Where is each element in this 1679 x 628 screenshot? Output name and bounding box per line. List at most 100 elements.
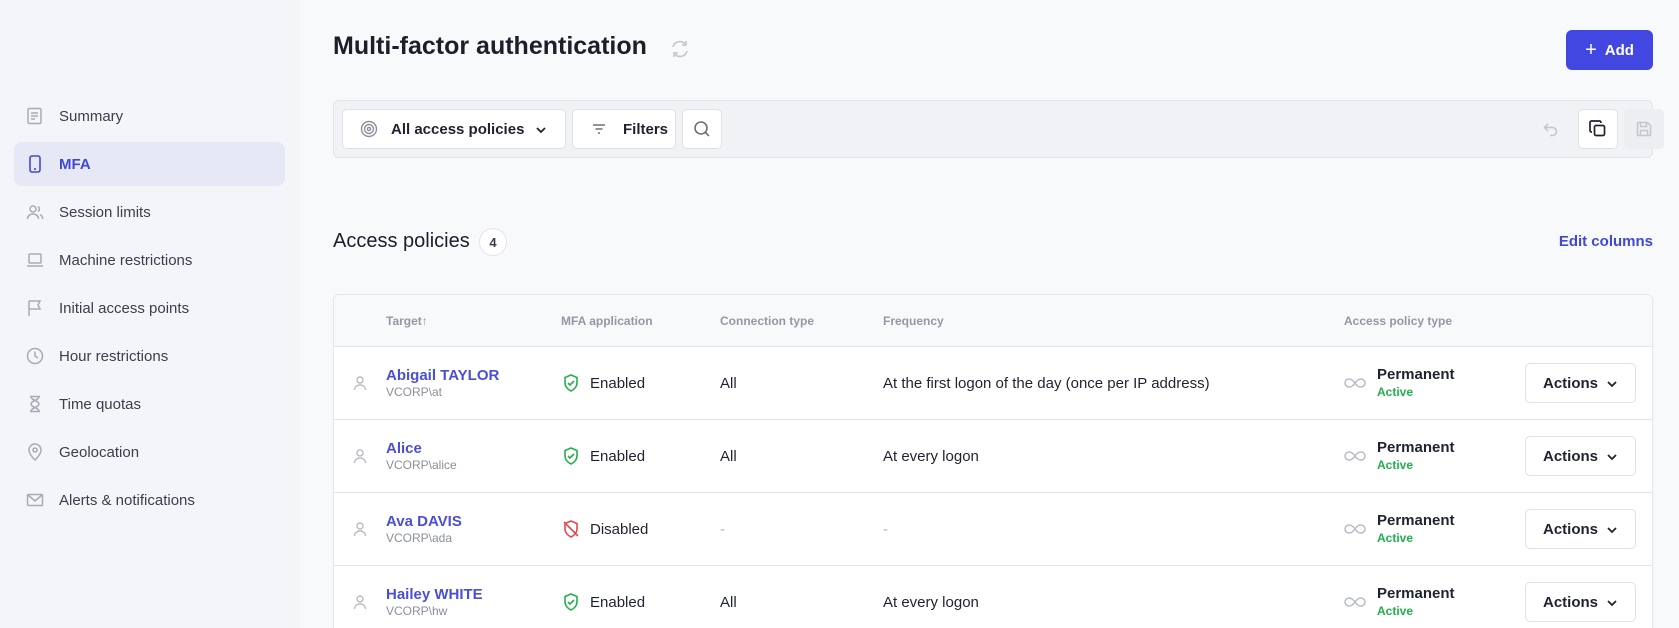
user-icon [353,376,367,391]
chevron-down-icon [1607,454,1617,461]
clock-icon [24,345,46,367]
plus-icon: + [1585,39,1597,61]
sidebar-item-summary[interactable]: Summary [14,94,285,138]
summary-icon [24,105,46,127]
table-row: Hailey WHITE VCORP\hw Enabled All At eve… [334,566,1652,628]
policy-status: Active [1377,385,1414,399]
edit-columns-link[interactable]: Edit columns [1559,233,1653,250]
search-button[interactable] [682,109,722,149]
column-header-mfa[interactable]: MFA application [561,314,653,328]
column-header-policy-type[interactable]: Access policy type [1344,314,1452,328]
users-icon [24,201,46,223]
target-name-link[interactable]: Abigail TAYLOR [386,367,499,384]
actions-button-label: Actions [1543,374,1599,392]
section-title: Access policies [333,230,470,252]
actions-button[interactable]: Actions [1525,436,1636,476]
policy-type: Permanent [1377,512,1455,529]
sort-arrow-icon: ↑ [421,314,428,328]
target-name-link[interactable]: Hailey WHITE [386,586,483,603]
actions-button[interactable]: Actions [1525,582,1636,622]
user-icon [353,522,367,537]
table-header: Target↑ MFA application Connection type … [334,295,1652,347]
mfa-status: Enabled [561,592,645,612]
mfa-status: Enabled [561,446,645,466]
sidebar-item-geolocation[interactable]: Geolocation [14,430,285,474]
mfa-status: Enabled [561,373,645,393]
main-content: Multi-factor authentication + Add All ac… [333,0,1664,628]
column-header-frequency[interactable]: Frequency [883,314,944,328]
connection-type: All [720,594,737,611]
frequency: At every logon [883,594,979,611]
sidebar-item-mfa[interactable]: MFA [14,142,285,186]
target-name-link[interactable]: Alice [386,440,422,457]
filter-icon [593,124,605,134]
mfa-status-label: Enabled [590,374,646,392]
undo-icon [1543,123,1558,137]
sidebar-item-label: Initial access points [59,299,190,317]
sidebar-item-label: Session limits [59,203,151,221]
shield-check-icon [564,374,578,392]
target-login: VCORP\at [386,385,443,399]
search-icon [694,121,710,137]
connection-type: All [720,375,737,392]
undo-button[interactable] [1531,109,1571,149]
table-row: Ava DAVIS VCORP\ada Disabled - - Permane… [334,493,1652,566]
phone-icon [24,153,46,175]
page-title: Multi-factor authentication [333,32,647,60]
access-policy-select[interactable]: All access policies [342,109,566,149]
save-icon [1636,121,1652,137]
sidebar-item-label: Geolocation [59,443,140,461]
mfa-status-label: Enabled [590,593,646,611]
copy-icon [1589,120,1606,137]
count-badge: 4 [479,228,507,256]
duplicate-button[interactable] [1578,109,1618,149]
sidebar-item-label: Machine restrictions [59,251,193,269]
policy-type: Permanent [1377,585,1455,602]
sidebar-item-label: Summary [59,107,124,125]
target-login: VCORP\ada [386,531,453,545]
policy-status: Active [1377,531,1414,545]
infinity-icon [1344,378,1366,388]
sidebar-item-machine-restrictions[interactable]: Machine restrictions [14,238,285,282]
map-pin-icon [24,441,46,463]
target-icon [360,120,378,138]
sidebar-item-label: Hour restrictions [59,347,169,365]
shield-check-icon [564,593,578,611]
sidebar: Summary MFA Session limits Machine restr… [0,0,300,628]
target-name-link[interactable]: Ava DAVIS [386,513,462,530]
filters-button[interactable]: Filters [572,109,676,149]
frequency: At every logon [883,448,979,465]
actions-button-label: Actions [1543,520,1599,538]
actions-button[interactable]: Actions [1525,363,1636,403]
column-header-target[interactable]: Target↑ [386,314,428,328]
actions-button-label: Actions [1543,447,1599,465]
sidebar-item-session-limits[interactable]: Session limits [14,190,285,234]
refresh-icon[interactable] [669,38,691,60]
mfa-status: Disabled [561,519,648,539]
add-button-label: Add [1604,41,1634,59]
actions-button[interactable]: Actions [1525,509,1636,549]
connection-type: - [720,521,725,538]
frequency: - [883,521,888,538]
access-policies-table: Target↑ MFA application Connection type … [333,294,1653,628]
sidebar-item-time-quotas[interactable]: Time quotas [14,382,285,426]
policy-type: Permanent [1377,439,1455,456]
sidebar-item-hour-restrictions[interactable]: Hour restrictions [14,334,285,378]
policy-type: Permanent [1377,366,1455,383]
sidebar-item-alerts-notifications[interactable]: Alerts & notifications [14,478,285,522]
policy-status: Active [1377,458,1414,472]
save-button[interactable] [1624,109,1664,149]
sidebar-item-label: Time quotas [59,395,141,413]
mfa-status-label: Disabled [590,520,649,538]
flag-icon [24,297,46,319]
add-button[interactable]: + Add [1566,30,1653,70]
chevron-down-icon [1607,381,1617,388]
sidebar-item-initial-access-points[interactable]: Initial access points [14,286,285,330]
table-row: Alice VCORP\alice Enabled All At every l… [334,420,1652,493]
user-icon [353,595,367,610]
hourglass-icon [24,393,46,415]
shield-off-icon [563,520,579,538]
column-header-label: Target [386,314,422,328]
infinity-icon [1344,597,1366,607]
column-header-connection[interactable]: Connection type [720,314,814,328]
